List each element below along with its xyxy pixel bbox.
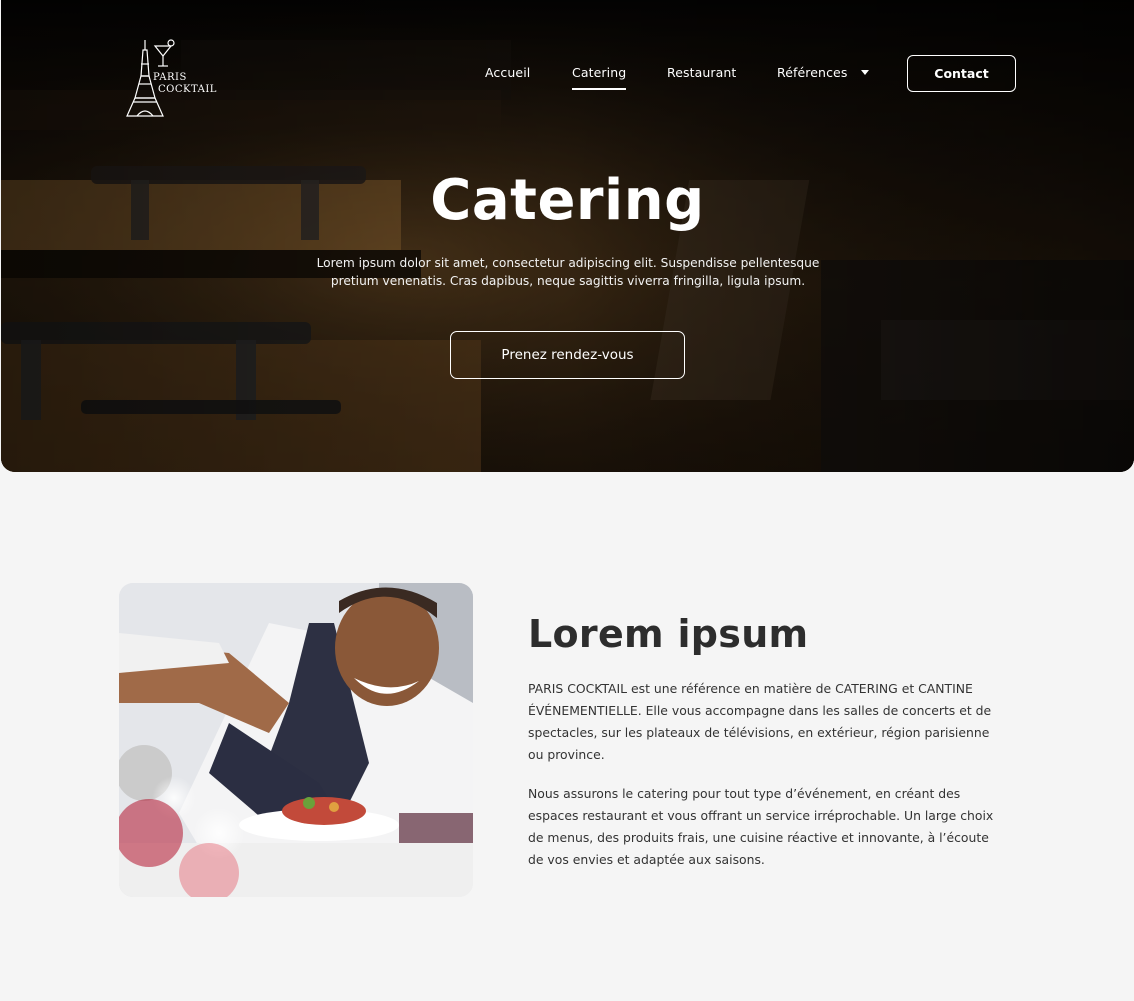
nav-item-references[interactable]: Références: [777, 65, 847, 80]
about-paragraph-1: PARIS COCKTAIL est une référence en mati…: [528, 681, 992, 762]
chef-photo: [119, 583, 473, 897]
hero-subtitle: Lorem ipsum dolor sit amet, consectetur …: [316, 256, 820, 288]
caret-down-icon[interactable]: [861, 70, 869, 75]
hero-section: PARIS COCKTAIL Accueil Catering Restaura…: [1, 0, 1134, 472]
about-paragraph-2: Nous assurons le catering pour tout type…: [528, 786, 994, 867]
nav-item-restaurant[interactable]: Restaurant: [667, 65, 736, 80]
section-title: Lorem ipsum: [528, 612, 809, 656]
nav-item-catering[interactable]: Catering: [572, 65, 627, 90]
nav-item-accueil[interactable]: Accueil: [485, 65, 530, 80]
main-navigation: Accueil Catering Restaurant Références C…: [1, 0, 1134, 120]
appointment-button[interactable]: Prenez rendez-vous: [450, 331, 685, 379]
page-title: Catering: [430, 168, 705, 233]
contact-button[interactable]: Contact: [907, 55, 1016, 92]
